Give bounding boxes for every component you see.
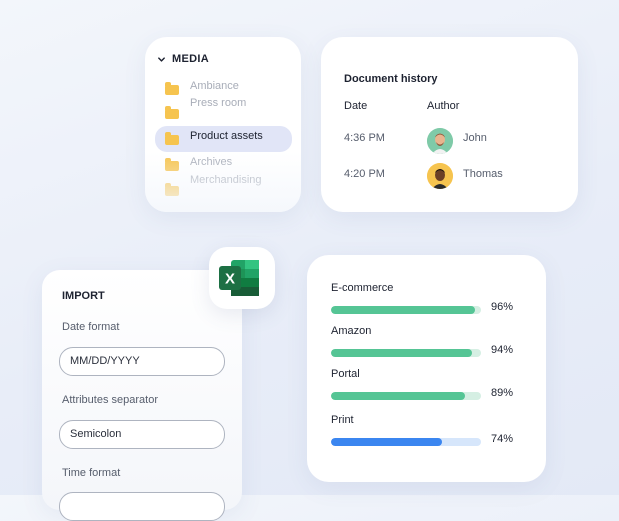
progress-track bbox=[331, 306, 481, 314]
progress-percent: 94% bbox=[491, 344, 514, 356]
person-avatar-icon bbox=[427, 128, 453, 154]
author-column-header: Author bbox=[427, 100, 460, 112]
history-time: 4:36 PM bbox=[344, 132, 385, 144]
progress-fill bbox=[331, 438, 442, 446]
folder-icon bbox=[165, 183, 179, 196]
date-format-field[interactable]: MM/DD/YYYY bbox=[59, 347, 225, 376]
progress-label: E-commerce bbox=[331, 282, 394, 294]
time-format-label: Time format bbox=[62, 467, 121, 479]
history-time: 4:20 PM bbox=[344, 168, 385, 180]
channel-progress-panel: E-commerce 96% Amazon 94% Portal 89% Print 74% bbox=[307, 255, 546, 482]
date-column-header: Date bbox=[344, 100, 368, 112]
media-header[interactable]: MEDIA bbox=[157, 53, 209, 65]
person-avatar-icon bbox=[427, 163, 453, 189]
excel-file-badge[interactable]: X bbox=[209, 247, 275, 309]
attributes-separator-field[interactable]: Semicolon bbox=[59, 420, 225, 449]
date-format-label: Date format bbox=[62, 321, 120, 333]
progress-percent: 89% bbox=[491, 387, 514, 399]
history-author: Thomas bbox=[463, 168, 503, 180]
progress-track bbox=[331, 392, 481, 400]
chevron-down-icon bbox=[158, 56, 165, 62]
time-format-field[interactable] bbox=[59, 492, 225, 521]
progress-fill bbox=[331, 392, 465, 400]
progress-percent: 96% bbox=[491, 301, 514, 313]
import-title: IMPORT bbox=[62, 290, 105, 302]
progress-track bbox=[331, 438, 481, 446]
folder-icon bbox=[165, 82, 179, 95]
progress-track bbox=[331, 349, 481, 357]
folder-icon bbox=[165, 106, 179, 119]
progress-label: Amazon bbox=[331, 325, 372, 337]
folder-icon bbox=[165, 132, 179, 145]
folder-icon bbox=[165, 158, 179, 171]
media-folder-panel: MEDIA Ambiance Press room Product assets… bbox=[145, 37, 301, 212]
progress-percent: 74% bbox=[491, 433, 514, 445]
history-author: John bbox=[463, 132, 487, 144]
progress-fill bbox=[331, 306, 475, 314]
document-history-title: Document history bbox=[344, 73, 438, 85]
excel-letter: X bbox=[225, 271, 235, 288]
import-settings-panel: IMPORT Date format MM/DD/YYYY Attributes… bbox=[42, 270, 242, 521]
media-title: MEDIA bbox=[172, 53, 209, 65]
media-item-label: Merchandising bbox=[190, 174, 262, 186]
progress-label: Portal bbox=[331, 368, 360, 380]
media-item-label: Press room bbox=[190, 97, 247, 109]
excel-icon: X bbox=[219, 260, 259, 296]
document-history-panel: Document history Date Author 4:36 PM Joh… bbox=[321, 37, 578, 212]
avatar bbox=[427, 128, 453, 154]
media-item-label: Ambiance bbox=[190, 80, 239, 92]
media-item-label: Archives bbox=[190, 156, 233, 168]
avatar bbox=[427, 163, 453, 189]
media-item-label: Product assets bbox=[190, 130, 263, 142]
progress-label: Print bbox=[331, 414, 354, 426]
progress-fill bbox=[331, 349, 472, 357]
attributes-separator-label: Attributes separator bbox=[62, 394, 158, 406]
